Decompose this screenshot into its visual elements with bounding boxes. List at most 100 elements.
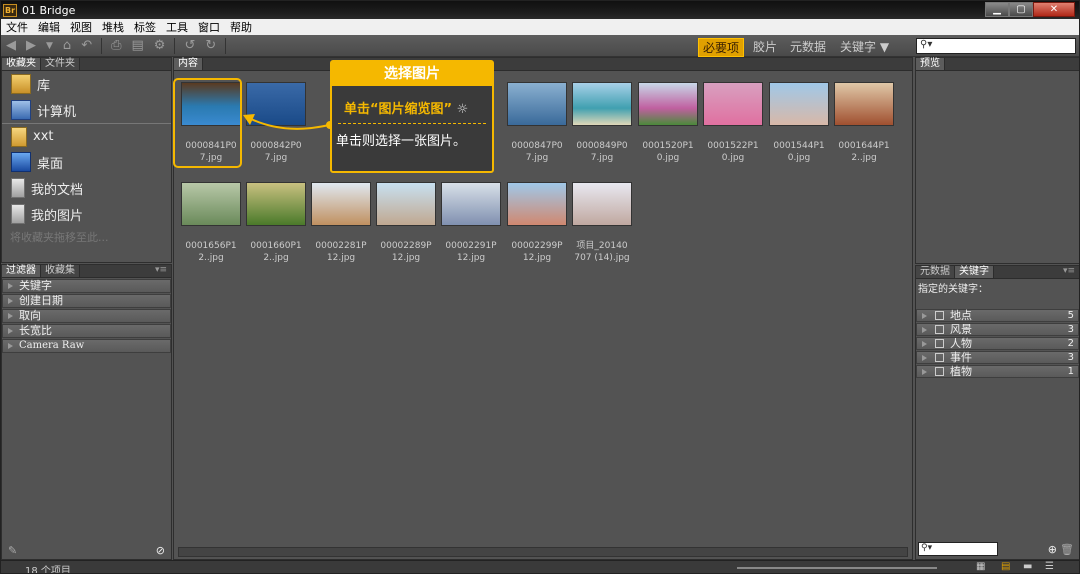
filter-row-aspect-ratio[interactable]: 长宽比 <box>2 324 171 338</box>
new-keyword-icon[interactable]: ⊕ <box>1048 543 1057 556</box>
menu-file[interactable]: 文件 <box>1 19 33 35</box>
thumbnail-item[interactable]: 0000847P0 7.jpg <box>506 82 568 164</box>
search-icon: ⚲▾ <box>920 39 933 50</box>
keyword-row[interactable]: 植物 1 <box>916 365 1079 378</box>
filter-row-keywords[interactable]: 关键字 <box>2 279 171 293</box>
workspace-metadata[interactable]: 元数据 <box>790 38 826 55</box>
rotate-right-icon[interactable]: ↻ <box>205 38 216 53</box>
thumbnail-item[interactable]: 0000849P0 7.jpg <box>571 82 633 164</box>
copy-icon[interactable]: ▤ <box>132 38 144 53</box>
thumbnail-item[interactable]: 00002291P 12.jpg <box>440 182 502 264</box>
tab-preview[interactable]: 预览 <box>916 58 945 70</box>
filter-row-camera-raw[interactable]: Camera Raw <box>2 339 171 353</box>
panel-menu-icon[interactable]: ▾≡ <box>1063 266 1075 276</box>
filter-row-orientation[interactable]: 取向 <box>2 309 171 323</box>
thumbnail-item[interactable]: 00002299P 12.jpg <box>506 182 568 264</box>
pictures-icon <box>11 204 25 224</box>
tab-metadata[interactable]: 元数据 <box>916 266 955 278</box>
tab-filter[interactable]: 过滤器 <box>2 265 41 277</box>
favorite-pictures[interactable]: 我的图片 <box>2 201 171 227</box>
thumbnail-image[interactable] <box>703 82 763 126</box>
thumbnail-item[interactable]: 0001660P1 2..jpg <box>245 182 307 264</box>
thumbnail-view-icon[interactable]: ▤ <box>1001 561 1010 572</box>
thumbnail-item[interactable]: 项目_20140 707 (14).jpg <box>571 182 633 264</box>
detail-view-icon[interactable]: ▬ <box>1023 561 1032 572</box>
thumbnail-image[interactable] <box>572 82 632 126</box>
thumbnail-image[interactable] <box>769 82 829 126</box>
thumbnail-image[interactable] <box>507 82 567 126</box>
tab-favorites[interactable]: 收藏夹 <box>2 58 41 70</box>
recent-folders-icon[interactable]: ⌂ <box>63 38 71 53</box>
keyword-checkbox[interactable] <box>935 325 944 334</box>
close-button[interactable]: ✕ <box>1033 2 1075 17</box>
search-input[interactable]: ⚲▾ <box>916 38 1076 54</box>
favorite-computer[interactable]: 计算机 <box>2 97 171 123</box>
favorite-desktop[interactable]: 桌面 <box>2 149 171 175</box>
keyword-checkbox[interactable] <box>935 339 944 348</box>
thumbnail-image[interactable] <box>834 82 894 126</box>
thumbnail-image[interactable] <box>181 182 241 226</box>
minimize-button[interactable]: ▁ <box>985 2 1009 17</box>
keyword-checkbox[interactable] <box>935 353 944 362</box>
grid-view-icon[interactable]: ▦ <box>976 561 985 572</box>
favorite-xxt[interactable]: xxt <box>2 123 171 149</box>
filter-row-date-created[interactable]: 创建日期 <box>2 294 171 308</box>
list-view-icon[interactable]: ☰ <box>1045 561 1054 572</box>
pin-icon[interactable]: ✎ <box>8 544 17 557</box>
keyword-count: 1 <box>1067 366 1074 377</box>
menu-label[interactable]: 标签 <box>129 19 161 35</box>
thumbnail-image[interactable] <box>572 182 632 226</box>
tab-keywords[interactable]: 关键字 <box>955 266 994 278</box>
tab-content[interactable]: 内容 <box>174 58 203 70</box>
panel-menu-icon[interactable]: ▾≡ <box>155 265 167 275</box>
thumbnail-item[interactable]: 0001644P1 2..jpg <box>833 82 895 164</box>
keyword-row[interactable]: 事件 3 <box>916 351 1079 364</box>
camera-icon[interactable]: ⎙ <box>111 38 121 53</box>
clear-filter-icon[interactable]: ⊘ <box>156 544 165 557</box>
thumbnail-item[interactable]: 0001544P1 0.jpg <box>768 82 830 164</box>
thumbnail-item[interactable]: 00002281P 12.jpg <box>310 182 372 264</box>
content-scrollbar[interactable] <box>178 547 908 557</box>
thumbnail-image[interactable] <box>441 182 501 226</box>
thumbnail-image[interactable] <box>311 182 371 226</box>
thumbnail-size-slider[interactable] <box>737 567 937 569</box>
menu-tools[interactable]: 工具 <box>161 19 193 35</box>
thumbnail-image[interactable] <box>376 182 436 226</box>
workspace-filmstrip[interactable]: 胶片 <box>753 38 777 55</box>
rotate-left-icon[interactable]: ↺ <box>184 38 195 53</box>
workspace-keywords[interactable]: 关键字 ▼ <box>840 38 889 55</box>
favorite-label: 桌面 <box>37 156 64 172</box>
keyword-checkbox[interactable] <box>935 311 944 320</box>
menu-stack[interactable]: 堆栈 <box>97 19 129 35</box>
keyword-row[interactable]: 风景 3 <box>916 323 1079 336</box>
favorite-documents[interactable]: 我的文档 <box>2 175 171 201</box>
item-count: 18 个项目 <box>25 566 71 574</box>
thumbnail-image[interactable] <box>246 182 306 226</box>
keyword-row[interactable]: 人物 2 <box>916 337 1079 350</box>
menu-edit[interactable]: 编辑 <box>33 19 65 35</box>
delete-keyword-icon[interactable]: 🗑 <box>1060 543 1074 556</box>
menu-window[interactable]: 窗口 <box>193 19 225 35</box>
menu-help[interactable]: 帮助 <box>225 19 257 35</box>
thumbnail-item[interactable]: 0001520P1 0.jpg <box>637 82 699 164</box>
menu-view[interactable]: 视图 <box>65 19 97 35</box>
thumbnail-item[interactable]: 00002289P 12.jpg <box>375 182 437 264</box>
maximize-button[interactable]: ▢ <box>1009 2 1033 17</box>
back-arrow-icon[interactable]: ◀ <box>6 38 16 53</box>
thumbnail-image[interactable] <box>638 82 698 126</box>
thumbnail-item[interactable]: 0001656P1 2..jpg <box>180 182 242 264</box>
keyword-checkbox[interactable] <box>935 367 944 376</box>
tab-folders[interactable]: 文件夹 <box>41 58 80 70</box>
dropdown-arrow-icon[interactable]: ▼ <box>46 41 53 51</box>
thumbnail-item[interactable]: 0001522P1 0.jpg <box>702 82 764 164</box>
keyword-search-input[interactable]: ⚲▾ <box>918 542 998 556</box>
keyword-label: 人物 <box>950 337 972 350</box>
keyword-row[interactable]: 地点 5 <box>916 309 1079 322</box>
return-to-app-icon[interactable]: ↶ <box>81 38 92 53</box>
tab-collections[interactable]: 收藏集 <box>41 265 80 277</box>
favorite-library[interactable]: 库 <box>2 71 171 97</box>
forward-arrow-icon[interactable]: ▶ <box>26 38 36 53</box>
workspace-essentials[interactable]: 必要项 <box>698 38 745 57</box>
settings-icon[interactable]: ⚙ <box>154 38 166 53</box>
thumbnail-image[interactable] <box>507 182 567 226</box>
